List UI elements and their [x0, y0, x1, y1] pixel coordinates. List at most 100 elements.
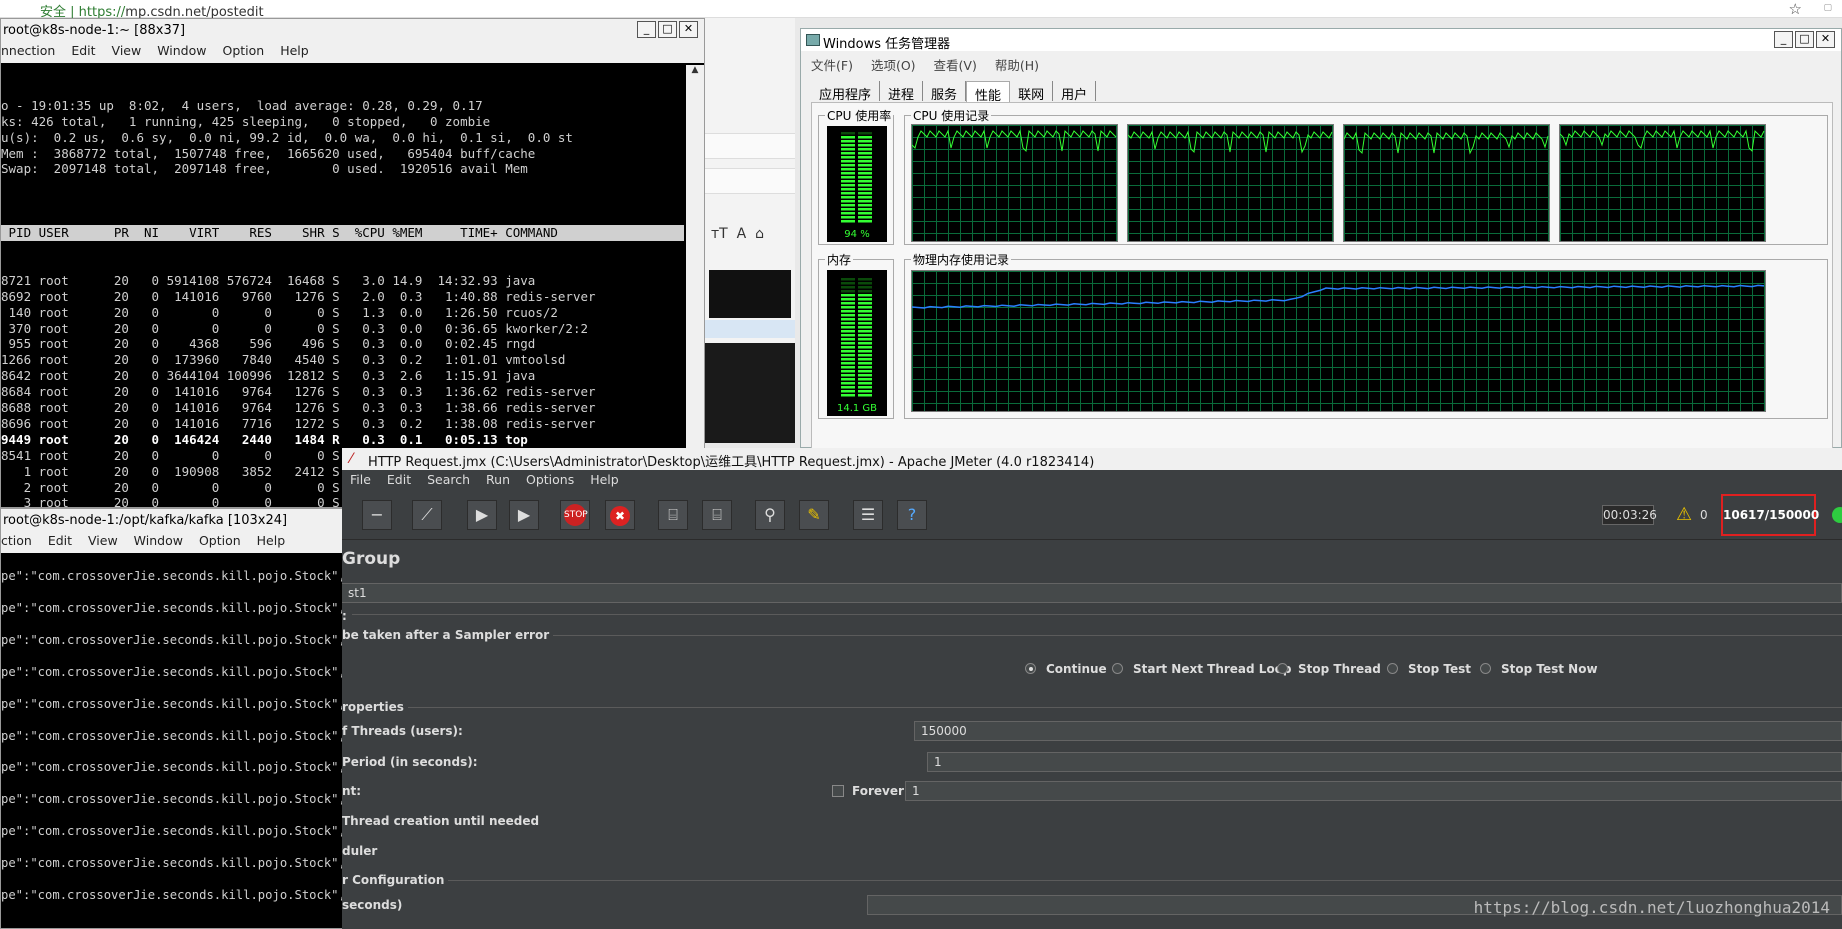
close-button[interactable]: ✕	[679, 21, 698, 38]
menu-help[interactable]: Help	[280, 43, 309, 58]
threads-input[interactable]: 150000	[914, 721, 1842, 741]
shutdown-icon[interactable]: ✖	[605, 500, 635, 530]
menu-window[interactable]: Window	[134, 533, 183, 548]
meter-segment	[858, 144, 872, 147]
menu-window[interactable]: Window	[157, 43, 206, 58]
search-icon[interactable]: ⚲	[755, 500, 785, 530]
meter-segment	[858, 208, 872, 211]
window-title: root@k8s-node-1:/opt/kafka/kafka [103x24…	[3, 513, 288, 528]
meter-segment	[841, 354, 855, 357]
reset-search-icon[interactable]: ✎	[799, 500, 829, 530]
meter-segment	[841, 298, 855, 301]
forever-checkbox[interactable]: Forever	[832, 784, 904, 798]
tab-users[interactable]: 用户	[1053, 81, 1097, 103]
menu-help[interactable]: 帮助(H)	[995, 58, 1039, 73]
meter-segment	[841, 374, 855, 377]
extension-icon[interactable]: ▢	[1823, 3, 1832, 13]
clear-icon[interactable]: ⌸	[658, 500, 688, 530]
meter-segment	[841, 144, 855, 147]
task-manager-window[interactable]: Windows 任务管理器 _ □ ✕ 文件(F) 选项(O) 查看(V) 帮助…	[800, 28, 1842, 452]
menu-options[interactable]: Options	[526, 472, 574, 487]
minimize-button[interactable]: _	[1774, 31, 1793, 48]
meter-segment	[858, 374, 872, 377]
warning-icon[interactable]: ⚠	[1676, 504, 1692, 525]
menu-option[interactable]: Option	[199, 533, 241, 548]
tab-services[interactable]: 服务	[923, 81, 967, 103]
menu-edit[interactable]: Edit	[387, 472, 411, 487]
radio-stop-test[interactable]: Stop Test	[1387, 662, 1471, 676]
start-no-pause-icon[interactable]: ▶	[509, 500, 539, 530]
bookmark-star-icon[interactable]: ☆	[1789, 0, 1802, 18]
title-bar[interactable]: Windows 任务管理器 _ □ ✕	[801, 29, 1841, 52]
minimize-button[interactable]: _	[637, 21, 656, 38]
meter-segment	[841, 192, 855, 195]
menu-help[interactable]: Help	[590, 472, 619, 487]
terminal-scrollbar[interactable]: ▲	[686, 65, 704, 507]
maximize-button[interactable]: □	[1795, 31, 1814, 48]
menu-edit[interactable]: Edit	[71, 43, 95, 58]
help-icon[interactable]: ?	[897, 500, 927, 530]
radio-start-next-thread-loop[interactable]: Start Next Thread Loop	[1112, 662, 1292, 676]
tab-performance[interactable]: 性能	[966, 81, 1011, 104]
menu-edit[interactable]: Edit	[48, 533, 72, 548]
process-header: PID USER PR NI VIRT RES SHR S %CPU %MEM …	[1, 225, 684, 241]
putty-window-top[interactable]: root@k8s-node-1:~ [88x37] _ □ ✕ nnection…	[0, 18, 705, 508]
name-field[interactable]: st1	[342, 583, 1842, 603]
close-button[interactable]: ✕	[1816, 31, 1835, 48]
terminal-output[interactable]: o - 19:01:35 up 8:02, 4 users, load aver…	[1, 66, 684, 507]
radio-continue[interactable]: Continue	[1025, 662, 1107, 676]
clear-all-icon[interactable]: ⌸	[702, 500, 732, 530]
ramp-up-input[interactable]: 1	[927, 752, 1842, 772]
menu-option[interactable]: Option	[222, 43, 264, 58]
memory-label: 内存	[825, 251, 854, 268]
menu-help[interactable]: Help	[257, 533, 286, 548]
title-bar[interactable]: ⁄ HTTP Request.jmx (C:\Users\Administrat…	[342, 448, 1842, 470]
delay-thread-creation-checkbox[interactable]: Thread creation until needed	[342, 814, 539, 828]
forever-checkbox-box[interactable]	[832, 785, 844, 797]
image-thumbnail	[709, 270, 791, 318]
jmeter-window[interactable]: ⁄ HTTP Request.jmx (C:\Users\Administrat…	[342, 448, 1842, 929]
meter-segment	[858, 286, 872, 289]
meter-segment	[841, 208, 855, 211]
meter-segment	[858, 298, 872, 301]
tab-networking[interactable]: 联网	[1010, 81, 1054, 103]
radio-stop-test-now[interactable]: Stop Test Now	[1480, 662, 1598, 676]
scroll-up-icon[interactable]: ▲	[686, 65, 704, 81]
menu-view[interactable]: View	[112, 43, 142, 58]
menu-view[interactable]: View	[88, 533, 118, 548]
divider	[342, 880, 1842, 881]
meter-segment	[858, 334, 872, 337]
meter-segment	[858, 164, 872, 167]
meter-segment	[841, 378, 855, 381]
memory-history-group: 物理内存使用记录	[904, 251, 1828, 419]
meter-segment	[841, 176, 855, 179]
scheduler-checkbox[interactable]: duler	[342, 844, 377, 858]
menu-view[interactable]: 查看(V)	[934, 58, 977, 73]
menu-connection[interactable]: nnection	[1, 43, 55, 58]
menu-search[interactable]: Search	[427, 472, 470, 487]
menu-options[interactable]: 选项(O)	[871, 58, 916, 73]
meter-segment	[841, 310, 855, 313]
meter-segment	[841, 306, 855, 309]
meter-segment	[858, 302, 872, 305]
meter-segment	[841, 204, 855, 207]
toggle-icon[interactable]: ⟋	[412, 500, 442, 530]
menu-connection[interactable]: ction	[1, 533, 32, 548]
maximize-button[interactable]: □	[658, 21, 677, 38]
meter-segment	[858, 220, 872, 223]
title-bar[interactable]: root@k8s-node-1:~ [88x37] _ □ ✕	[1, 19, 704, 43]
menu-file[interactable]: 文件(F)	[811, 58, 853, 73]
loop-count-input[interactable]: 1	[905, 781, 1842, 801]
start-icon[interactable]: ▶	[467, 500, 497, 530]
meter-segment	[841, 290, 855, 293]
stop-icon[interactable]: STOP	[560, 500, 590, 530]
function-helper-icon[interactable]: ☰	[853, 500, 883, 530]
page-band	[705, 320, 795, 338]
tab-applications[interactable]: 应用程序	[811, 81, 881, 103]
tab-processes[interactable]: 进程	[880, 81, 924, 103]
menu-file[interactable]: File	[350, 472, 371, 487]
collapse-icon[interactable]: −	[362, 500, 392, 530]
radio-stop-thread[interactable]: Stop Thread	[1277, 662, 1381, 676]
menu-run[interactable]: Run	[486, 472, 510, 487]
process-row: 370 root 20 0 0 0 0 S 0.3 0.0 0:36.65 kw…	[1, 320, 588, 336]
